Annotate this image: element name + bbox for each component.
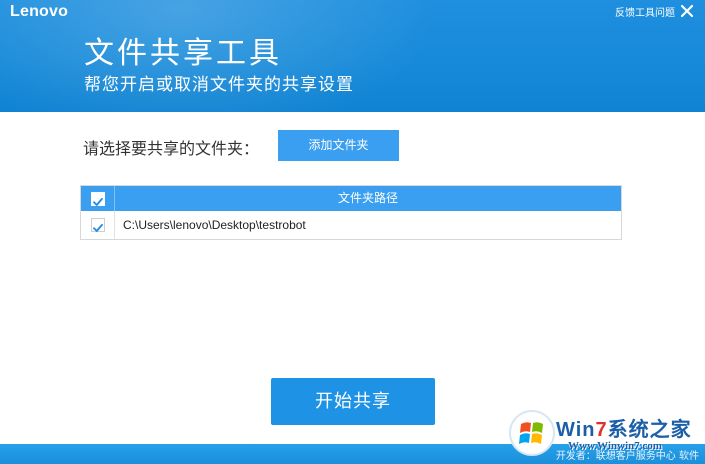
select-folder-label: 请选择要共享的文件夹： [83,139,260,158]
check-icon [93,197,103,206]
feedback-link[interactable]: 反馈工具问题 [615,4,675,19]
start-sharing-button[interactable]: 开始共享 [271,378,435,425]
table-header: 文件夹路径 [81,186,621,211]
watermark-title: Win7系统之家 [556,419,692,441]
close-icon [680,4,694,18]
windows-logo-icon [509,410,555,456]
select-all-checkbox[interactable] [91,192,105,206]
select-all-cell [81,186,115,211]
check-icon [93,223,103,232]
close-button[interactable] [677,1,697,21]
folder-table: 文件夹路径 C:\Users\lenovo\Desktop\testrobot [80,185,622,240]
table-row[interactable]: C:\Users\lenovo\Desktop\testrobot [81,211,621,239]
row-checkbox[interactable] [91,218,105,232]
lenovo-logo: Lenovo [10,3,69,20]
watermark: Win7系统之家 Www.Winwin7.com [508,409,703,461]
add-folder-button[interactable]: 添加文件夹 [278,130,399,161]
row-check-cell [81,211,115,239]
app-subtitle: 帮您开启或取消文件夹的共享设置 [84,75,354,95]
folder-path-cell: C:\Users\lenovo\Desktop\testrobot [123,218,306,232]
column-header-path: 文件夹路径 [337,191,398,205]
title-bar: Lenovo 反馈工具问题 文件共享工具 帮您开启或取消文件夹的共享设置 [0,0,705,112]
app-title: 文件共享工具 [84,36,282,71]
watermark-url: Www.Winwin7.com [568,440,662,452]
